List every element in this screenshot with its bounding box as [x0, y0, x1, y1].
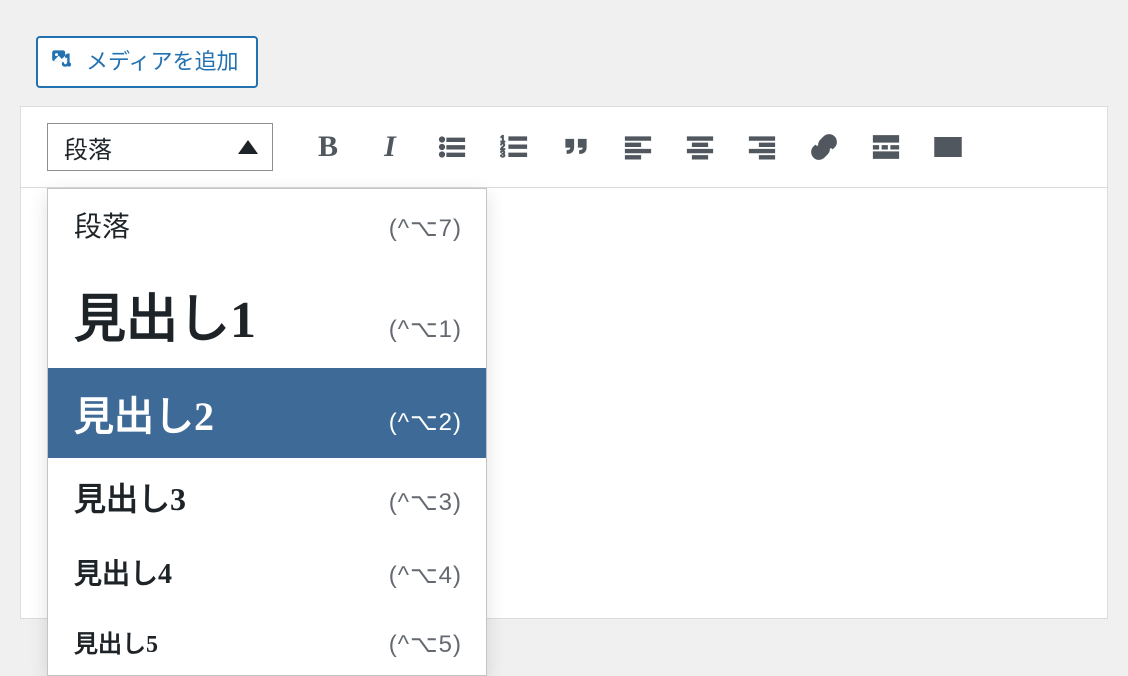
- format-option[interactable]: 見出し5 (^⌥5): [48, 608, 486, 675]
- read-more-button[interactable]: [863, 124, 909, 170]
- editor-toolbar: 段落 B I 1 2 3: [21, 107, 1107, 188]
- format-option[interactable]: 見出し2 (^⌥2): [48, 368, 486, 458]
- format-option-label: 段落: [74, 205, 130, 245]
- toolbar-toggle-button[interactable]: [925, 124, 971, 170]
- svg-text:3: 3: [500, 149, 505, 159]
- format-option-label: 見出し1: [74, 277, 256, 352]
- keyboard-icon: [933, 132, 963, 162]
- bold-button[interactable]: B: [305, 124, 351, 170]
- format-option[interactable]: 見出し4 (^⌥4): [48, 536, 486, 608]
- format-option-shortcut: (^⌥7): [389, 214, 462, 243]
- format-dropdown-menu: 段落 (^⌥7) 見出し1 (^⌥1) 見出し2 (^⌥2) 見出し3 (^⌥3) 見出し4 (^…: [47, 188, 487, 676]
- editor-content-area[interactable]: 段落 (^⌥7) 見出し1 (^⌥1) 見出し2 (^⌥2) 見出し3 (^⌥3) 見出し4 (^…: [21, 188, 1107, 618]
- link-icon: [809, 132, 839, 162]
- format-option[interactable]: 段落 (^⌥7): [48, 189, 486, 261]
- format-option-label: 見出し3: [74, 474, 186, 520]
- format-dropdown-toggle[interactable]: 段落: [47, 123, 273, 171]
- editor-container: 段落 B I 1 2 3: [20, 106, 1108, 619]
- format-option-label: 見出し5: [74, 624, 158, 659]
- format-option[interactable]: 見出し1 (^⌥1): [48, 261, 486, 368]
- italic-icon: I: [384, 130, 396, 164]
- read-more-icon: [871, 132, 901, 162]
- blockquote-button[interactable]: [553, 124, 599, 170]
- format-option-label: 見出し2: [74, 384, 214, 442]
- format-current-label: 段落: [64, 130, 112, 165]
- bullet-list-icon: [437, 132, 467, 162]
- caret-up-icon: [238, 140, 258, 154]
- format-option-shortcut: (^⌥2): [389, 408, 462, 437]
- format-option[interactable]: 見出し3 (^⌥3): [48, 458, 486, 536]
- format-option-shortcut: (^⌥5): [389, 630, 462, 659]
- bold-icon: B: [318, 130, 338, 164]
- format-option-shortcut: (^⌥4): [389, 561, 462, 590]
- format-option-shortcut: (^⌥1): [389, 315, 462, 344]
- align-right-icon: [747, 132, 777, 162]
- align-left-button[interactable]: [615, 124, 661, 170]
- link-button[interactable]: [801, 124, 847, 170]
- format-option-shortcut: (^⌥3): [389, 488, 462, 517]
- numbered-list-icon: 1 2 3: [499, 132, 529, 162]
- media-icon: [50, 46, 76, 78]
- quote-icon: [561, 132, 591, 162]
- align-right-button[interactable]: [739, 124, 785, 170]
- align-left-icon: [623, 132, 653, 162]
- add-media-button[interactable]: メディアを追加: [36, 36, 258, 88]
- format-option-label: 見出し4: [74, 552, 172, 592]
- align-center-icon: [685, 132, 715, 162]
- italic-button[interactable]: I: [367, 124, 413, 170]
- add-media-label: メディアを追加: [86, 49, 238, 75]
- bullet-list-button[interactable]: [429, 124, 475, 170]
- numbered-list-button[interactable]: 1 2 3: [491, 124, 537, 170]
- align-center-button[interactable]: [677, 124, 723, 170]
